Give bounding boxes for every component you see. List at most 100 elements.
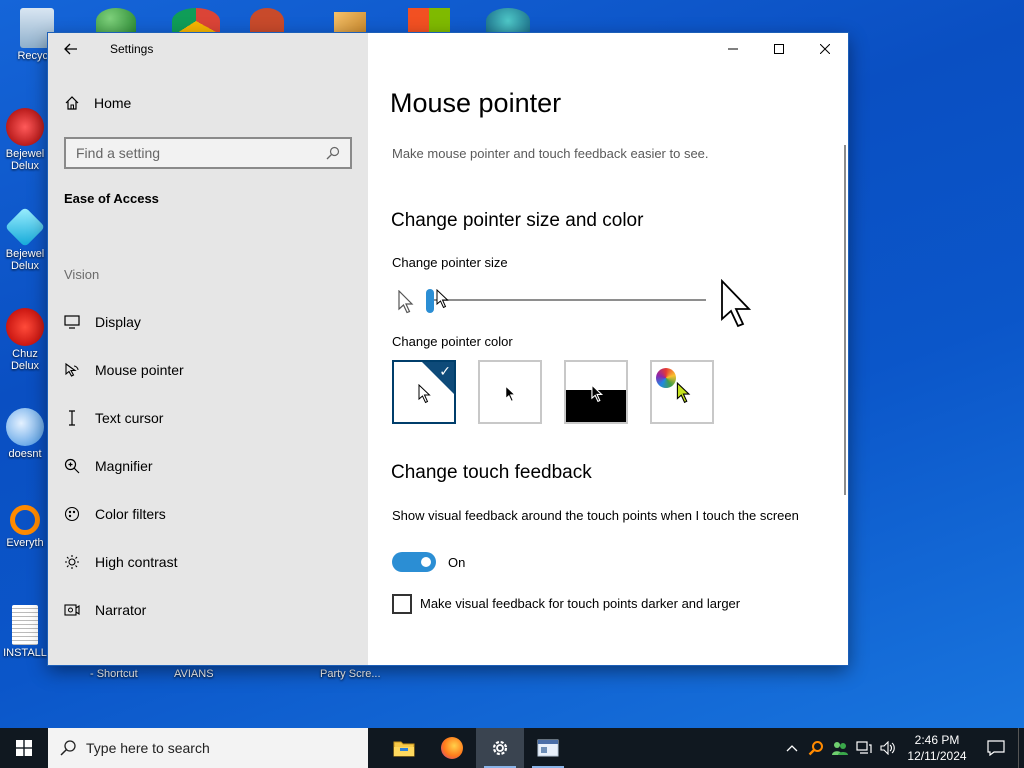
pointer-size-label: Change pointer size: [392, 255, 508, 270]
app-p-icon[interactable]: [250, 8, 284, 34]
black-pointer-icon: [505, 385, 516, 402]
sidebar-item-label: Magnifier: [95, 458, 153, 474]
taskbar-firefox[interactable]: [428, 728, 476, 768]
pointer-size-slider-thumb[interactable]: [426, 289, 434, 313]
app-installer-icon[interactable]: [334, 12, 366, 34]
taskbar-settings[interactable]: [476, 728, 524, 768]
find-setting-input[interactable]: [76, 145, 326, 161]
sidebar-item-color-filters[interactable]: Color filters: [64, 500, 364, 528]
action-center-button[interactable]: [974, 728, 1018, 768]
pointer-color-custom-option[interactable]: [650, 360, 714, 424]
desktop-icon-bejeweled-1[interactable]: Bejewel Delux: [2, 108, 48, 172]
content-scrollbar[interactable]: [844, 145, 846, 495]
search-icon: [326, 146, 340, 160]
display-icon: [64, 314, 80, 330]
desktop-icon-label: Everyth: [6, 537, 44, 549]
desktop-icon-label: Bejewel Delux: [5, 248, 45, 272]
large-pointer-icon: [721, 279, 752, 328]
desktop-icon-doesnt[interactable]: doesnt: [2, 408, 48, 460]
sidebar-item-label: High contrast: [95, 554, 178, 570]
magnifier-icon: [64, 458, 80, 474]
sidebar-item-display[interactable]: Display: [64, 308, 364, 336]
show-desktop-strip[interactable]: [1018, 728, 1024, 768]
start-button[interactable]: [0, 728, 48, 768]
firefox-icon: [441, 737, 463, 759]
touch-feedback-toggle[interactable]: [392, 552, 436, 572]
sidebar-item-label: Narrator: [95, 602, 147, 618]
taskbar-search-icon: [60, 740, 76, 756]
tray-network-icon[interactable]: [852, 728, 876, 768]
pointer-size-slider-track[interactable]: [428, 299, 706, 301]
desktop-label-party-screen[interactable]: Party Scre...: [320, 668, 381, 680]
people-app-icon[interactable]: [96, 8, 136, 34]
taskbar-search-box[interactable]: [48, 728, 368, 768]
desktop-label-shortcut[interactable]: - Shortcut: [90, 668, 138, 680]
taskbar-clock[interactable]: 2:46 PM 12/11/2024: [900, 732, 974, 764]
taskbar-app-window[interactable]: [524, 728, 572, 768]
sidebar-item-label: Text cursor: [95, 410, 164, 426]
small-pointer-icon: [398, 290, 414, 314]
current-pointer-icon: [436, 289, 449, 309]
narrator-icon: [64, 602, 80, 618]
sidebar-item-mouse-pointer[interactable]: Mouse pointer: [64, 356, 364, 384]
desktop-icon-bejeweled-2[interactable]: Bejewel Delux: [2, 206, 48, 272]
app-window-icon: [537, 739, 559, 757]
toggle-state-label: On: [448, 555, 466, 570]
sidebar-item-label: Mouse pointer: [95, 362, 184, 378]
tray-everything-icon[interactable]: [804, 728, 828, 768]
avatar-game-icon[interactable]: [486, 8, 530, 34]
chrome-icon[interactable]: [172, 8, 220, 34]
tray-people-icon[interactable]: [828, 728, 852, 768]
desktop-icon-chuzzle[interactable]: Chuz Delux: [2, 308, 48, 372]
pointer-size-slider-row: [392, 279, 762, 328]
desktop-icon-label: doesnt: [8, 448, 42, 460]
document-icon: [12, 605, 38, 645]
notification-icon: [987, 740, 1005, 756]
settings-sidebar: Settings Home Ease of Access Vision Disp…: [48, 33, 368, 665]
sidebar-item-high-contrast[interactable]: High contrast: [64, 548, 364, 576]
sidebar-group-vision: Vision: [64, 267, 100, 282]
sidebar-category-title: Ease of Access: [64, 191, 159, 206]
sidebar-item-narrator[interactable]: Narrator: [64, 596, 364, 624]
taskbar-file-explorer[interactable]: [380, 728, 428, 768]
pointer-color-black-option[interactable]: [478, 360, 542, 424]
tray-volume-icon[interactable]: [876, 728, 900, 768]
diamond-icon: [4, 206, 46, 248]
titlebar-left: Settings: [48, 33, 368, 65]
inverted-pointer-icon: [591, 384, 604, 403]
touch-feedback-description: Show visual feedback around the touch po…: [392, 508, 799, 523]
chuzzle-icon: [6, 308, 44, 346]
back-arrow-icon: [64, 43, 77, 55]
toggle-knob: [421, 557, 431, 567]
sidebar-home[interactable]: Home: [64, 95, 131, 111]
settings-window: Settings Home Ease of Access Vision Disp…: [48, 33, 848, 665]
section-heading-touch-feedback: Change touch feedback: [391, 462, 592, 483]
pointer-color-label: Change pointer color: [392, 334, 513, 349]
find-setting-search[interactable]: [64, 137, 352, 169]
pointer-color-inverted-option[interactable]: [564, 360, 628, 424]
settings-content: Mouse pointer Make mouse pointer and tou…: [368, 33, 848, 665]
sidebar-item-label: Display: [95, 314, 141, 330]
taskbar: 2:46 PM 12/11/2024: [0, 728, 1024, 768]
system-tray: 2:46 PM 12/11/2024: [780, 728, 1024, 768]
darker-feedback-checkbox[interactable]: [392, 594, 412, 614]
desktop-icon-everything[interactable]: Everyth: [2, 505, 48, 549]
pointer-color-white-option[interactable]: ✓: [392, 360, 456, 424]
desktop-icon-label: Bejewel Delux: [5, 148, 45, 172]
desktop-label-avians[interactable]: AVIANS: [174, 668, 214, 680]
clock-date: 12/11/2024: [907, 749, 967, 763]
clock-time: 2:46 PM: [914, 733, 960, 747]
settings-gear-icon: [492, 740, 508, 756]
sidebar-item-text-cursor[interactable]: Text cursor: [64, 404, 364, 432]
back-button[interactable]: [48, 33, 94, 65]
tray-chevron-up-icon[interactable]: [780, 728, 804, 768]
desktop-icon-install[interactable]: INSTALL: [2, 605, 48, 659]
page-title: Mouse pointer: [390, 88, 562, 118]
windows-store-icon[interactable]: [408, 8, 450, 34]
darker-feedback-checkbox-label[interactable]: Make visual feedback for touch points da…: [420, 596, 740, 611]
white-pointer-icon: [418, 384, 431, 404]
taskbar-search-input[interactable]: [86, 740, 336, 756]
home-icon: [65, 96, 79, 110]
window-title: Settings: [110, 42, 154, 56]
sidebar-item-magnifier[interactable]: Magnifier: [64, 452, 364, 480]
